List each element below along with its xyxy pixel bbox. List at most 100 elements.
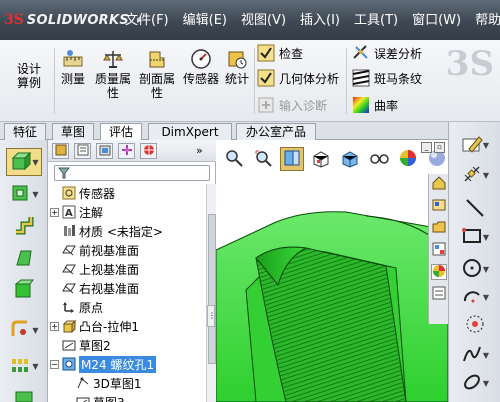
- section-properties-label-1: 剖面属: [138, 72, 175, 86]
- section-properties-button[interactable]: 剖面属 性: [136, 48, 178, 100]
- sweep-boss-button[interactable]: [6, 212, 42, 240]
- mass-properties-button[interactable]: 质量属 性: [92, 48, 134, 100]
- design-study-button[interactable]: 设计算例: [8, 62, 50, 90]
- import-diagnostics-button[interactable]: 输入诊断: [257, 94, 327, 116]
- fillet-button[interactable]: ▼: [6, 316, 42, 344]
- panel-expand-chevron-icon[interactable]: »: [196, 144, 203, 157]
- rectangle-button[interactable]: ▼: [457, 224, 493, 250]
- deviation-analysis-button[interactable]: 误差分析: [352, 42, 422, 64]
- tree-item-sketch2[interactable]: 草图2: [62, 336, 111, 354]
- task-pane-file-explorer-tab[interactable]: [431, 220, 447, 236]
- loft-boss-button[interactable]: [6, 244, 42, 272]
- edit-appearance-button[interactable]: [396, 147, 420, 171]
- display-style-button[interactable]: [338, 147, 362, 171]
- statistics-button[interactable]: 统计: [222, 48, 252, 86]
- task-pane-resources-tab[interactable]: [431, 175, 447, 192]
- polygon-icon: [464, 313, 486, 338]
- deviation-analysis-icon: [352, 44, 370, 62]
- revolve-boss-button[interactable]: ▼: [6, 180, 42, 208]
- menu-edit[interactable]: 编辑(E): [176, 10, 234, 32]
- tab-features[interactable]: 特征: [4, 123, 46, 140]
- section-view-button[interactable]: [280, 147, 304, 171]
- property-icon: [77, 144, 89, 159]
- configuration-manager-tab[interactable]: [96, 143, 113, 159]
- tab-sketch[interactable]: 草图: [52, 123, 94, 140]
- collapse-icon[interactable]: −: [50, 359, 59, 369]
- menu-insert[interactable]: 插入(I): [293, 10, 347, 32]
- circle-button[interactable]: ▼: [457, 256, 493, 282]
- rib-button[interactable]: [6, 384, 42, 402]
- display-manager-tab[interactable]: [140, 143, 157, 159]
- zoom-to-fit-button[interactable]: [222, 147, 246, 171]
- tree-item-top-plane[interactable]: 上视基准面: [62, 260, 139, 278]
- tree-item-m24-tapped-hole1[interactable]: − M24 螺纹孔1: [50, 355, 157, 373]
- task-pane-design-library-tab[interactable]: [431, 198, 447, 214]
- ellipse-button[interactable]: ▼: [457, 370, 493, 396]
- menu-help[interactable]: 帮助(H): [468, 10, 500, 32]
- expand-icon[interactable]: +: [50, 321, 59, 331]
- feature-manager-tab[interactable]: [52, 143, 69, 159]
- tree-item-label: 凸台-拉伸1: [79, 319, 139, 334]
- tree-item-label: 草图2: [79, 338, 111, 353]
- tree-item-sketch3[interactable]: 草图3: [76, 393, 125, 402]
- task-pane-custom-properties-tab[interactable]: [431, 286, 447, 302]
- tree-item-origin[interactable]: 原点: [62, 298, 103, 316]
- sketch-button[interactable]: ▼: [457, 132, 493, 158]
- panel-collapse-handle[interactable]: ⋮: [207, 305, 216, 327]
- curvature-button[interactable]: 曲率: [352, 94, 398, 116]
- custom-properties-icon: [432, 286, 446, 303]
- smart-dimension-button[interactable]: ▼: [457, 162, 493, 188]
- dropdown-arrow-icon: ▼: [482, 170, 490, 180]
- line-button[interactable]: [457, 196, 493, 222]
- restore-icon[interactable]: ▫: [434, 142, 445, 153]
- zoom-to-area-button[interactable]: [251, 147, 275, 171]
- tree-item-3d-sketch1[interactable]: 3D草图1: [76, 374, 142, 392]
- view-orientation-button[interactable]: [309, 147, 333, 171]
- feature-tree-icon: [55, 144, 67, 159]
- property-manager-tab[interactable]: [74, 143, 91, 159]
- ellipse-icon: [461, 371, 483, 396]
- tree-item-sensors[interactable]: 传感器: [62, 184, 115, 202]
- menu-window[interactable]: 窗口(W): [405, 10, 468, 32]
- rib-icon: [13, 390, 35, 402]
- menu-tools[interactable]: 工具(T): [347, 10, 405, 32]
- command-tabs: 特征 草图 评估 DimXpert 办公室产品: [0, 122, 500, 141]
- tree-item-material[interactable]: 材质 <未指定>: [62, 222, 163, 240]
- measure-button[interactable]: 测量: [58, 48, 88, 86]
- sensor-label: 传感器: [182, 72, 219, 86]
- ribbon-separator: [346, 48, 347, 114]
- boundary-boss-icon: [13, 278, 35, 303]
- tab-evaluate[interactable]: 评估: [100, 123, 142, 141]
- menu-view[interactable]: 视图(V): [234, 10, 293, 32]
- dimxpert-manager-tab[interactable]: [118, 143, 135, 159]
- tree-item-boss-extrude1[interactable]: + 凸台-拉伸1: [50, 317, 139, 335]
- scrollbar-thumb[interactable]: [208, 214, 216, 364]
- tab-dimxpert[interactable]: DimXpert: [148, 123, 232, 140]
- task-pane-appearances-tab[interactable]: [431, 264, 447, 280]
- check-button[interactable]: 检查: [257, 42, 303, 64]
- tree-item-front-plane[interactable]: 前视基准面: [62, 241, 139, 259]
- task-pane-view-palette-tab[interactable]: [431, 242, 447, 258]
- graphics-viewport[interactable]: _ ▫: [216, 140, 448, 402]
- sensor-button[interactable]: 传感器: [180, 48, 222, 86]
- hide-show-items-button[interactable]: [367, 147, 391, 171]
- tab-office-products[interactable]: 办公室产品: [236, 123, 316, 140]
- boundary-boss-button[interactable]: [6, 276, 42, 304]
- menu-file[interactable]: 文件(F): [118, 10, 176, 32]
- geometry-analysis-button[interactable]: 几何体分析: [257, 67, 339, 89]
- tree-item-right-plane[interactable]: 右视基准面: [62, 279, 139, 297]
- dropdown-arrow-icon: ▼: [482, 292, 490, 302]
- zebra-stripes-label: 斑马条纹: [374, 71, 423, 86]
- centerpoint-arc-button[interactable]: ▼: [457, 284, 493, 310]
- minimize-icon[interactable]: _: [421, 142, 432, 153]
- spline-button[interactable]: ▼: [457, 342, 493, 368]
- tree-filter-input[interactable]: [54, 165, 210, 181]
- zebra-stripes-button[interactable]: 斑马条纹: [352, 67, 422, 89]
- extrude-boss-button[interactable]: ▼: [6, 148, 42, 176]
- expand-icon[interactable]: +: [50, 207, 59, 217]
- arc-icon: [461, 285, 483, 310]
- linear-pattern-button[interactable]: ▼: [6, 352, 42, 380]
- tree-scrollbar[interactable]: [206, 184, 216, 402]
- polygon-button[interactable]: [457, 312, 493, 338]
- tree-item-annotations[interactable]: + A 注解: [50, 203, 103, 221]
